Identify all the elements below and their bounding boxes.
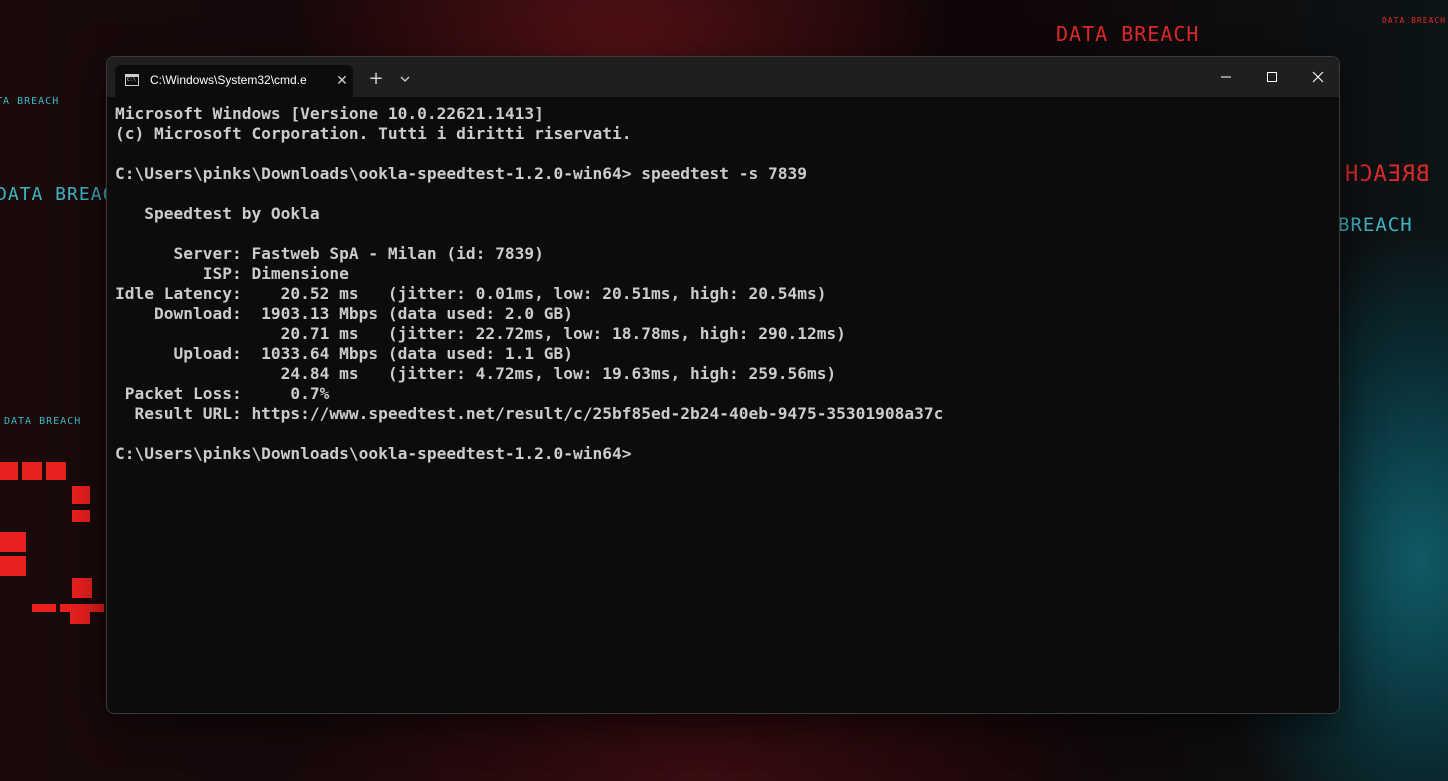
wallpaper-text-breach-right: BREACH <box>1338 214 1413 236</box>
maximize-icon <box>1267 72 1277 82</box>
red-pixel-block <box>0 462 18 480</box>
console-line: Microsoft Windows [Versione 10.0.22621.1… <box>115 104 544 123</box>
minimize-icon <box>1221 76 1231 78</box>
console-prompt[interactable]: C:\Users\pinks\Downloads\ookla-speedtest… <box>115 444 1325 464</box>
minimize-button[interactable] <box>1203 57 1249 97</box>
console-line: Speedtest by Ookla <box>115 204 320 223</box>
cmd-icon <box>125 74 139 86</box>
tab-close-icon[interactable]: ✕ <box>333 72 351 90</box>
red-pixel-block <box>72 578 92 598</box>
red-pixel-block <box>72 486 90 504</box>
red-pixel-block <box>70 612 90 624</box>
console-line: Server: Fastweb SpA - Milan (id: 7839) <box>115 244 544 263</box>
console-line: Download: 1903.13 Mbps (data used: 2.0 G… <box>115 304 574 323</box>
console-line: Upload: 1033.64 Mbps (data used: 1.1 GB) <box>115 344 574 363</box>
console-line: Result URL: https://www.speedtest.net/re… <box>115 404 944 423</box>
chevron-down-icon <box>400 76 410 82</box>
console-line: ISP: Dimensione <box>115 264 349 283</box>
close-icon <box>1312 71 1324 83</box>
tab-title: C:\Windows\System32\cmd.e <box>150 73 307 87</box>
red-pixel-block <box>72 510 90 522</box>
wallpaper-text-data-breach: DATA BREACH <box>1056 22 1200 46</box>
wallpaper-text-data-breach-lower: DATA BREACH <box>4 416 82 427</box>
wallpaper-text-breach-mirrored: BREACH <box>1344 162 1430 187</box>
maximize-button[interactable] <box>1249 57 1295 97</box>
console-line: Idle Latency: 20.52 ms (jitter: 0.01ms, … <box>115 284 827 303</box>
red-pixel-block <box>46 462 66 480</box>
console-line: Packet Loss: 0.7% <box>115 384 330 403</box>
dropdown-button[interactable] <box>395 68 415 90</box>
red-pixel-block <box>0 532 26 552</box>
red-pixel-block <box>0 556 26 576</box>
wallpaper-text-data-breach-left: DATA BREACH <box>0 96 60 107</box>
console-line: C:\Users\pinks\Downloads\ookla-speedtest… <box>115 164 807 183</box>
red-pixel-block <box>32 604 56 612</box>
red-pixel-block <box>60 604 104 612</box>
tab-cmd[interactable]: C:\Windows\System32\cmd.e ✕ <box>115 65 353 97</box>
wallpaper-text-data-breach-small: DATA BREACH <box>1382 16 1446 25</box>
close-button[interactable] <box>1295 57 1339 97</box>
console-line: (c) Microsoft Corporation. Tutti i dirit… <box>115 124 632 143</box>
new-tab-button[interactable]: + <box>365 68 387 90</box>
red-pixel-block <box>22 462 42 480</box>
console-line: 20.71 ms (jitter: 22.72ms, low: 18.78ms,… <box>115 324 846 343</box>
terminal-window: C:\Windows\System32\cmd.e ✕ + Mic <box>106 56 1340 714</box>
console-line: 24.84 ms (jitter: 4.72ms, low: 19.63ms, … <box>115 364 837 383</box>
title-bar[interactable]: C:\Windows\System32\cmd.e ✕ + <box>107 57 1339 97</box>
console-output[interactable]: Microsoft Windows [Versione 10.0.22621.1… <box>115 104 1325 464</box>
